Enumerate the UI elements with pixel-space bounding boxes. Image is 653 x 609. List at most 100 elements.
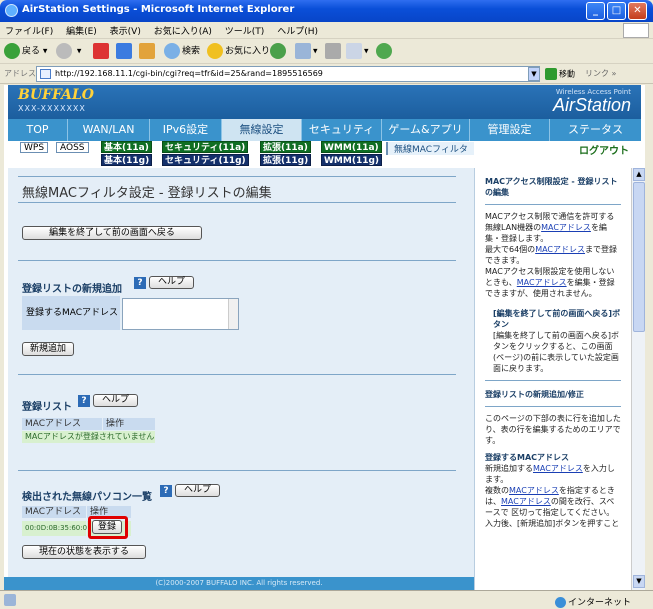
page-icon (40, 69, 51, 79)
divider (18, 260, 456, 261)
help-icon: ? (160, 484, 172, 497)
scroll-thumb[interactable] (633, 182, 645, 332)
mac-address-link[interactable]: MACアドレス (501, 497, 551, 506)
home-button[interactable] (139, 43, 157, 60)
links-button[interactable]: リンク » (585, 68, 616, 79)
help-heading: [編集を終了して前の画面へ戻る]ボタン (493, 309, 621, 329)
menu-favorites[interactable]: お気に入り(A) (149, 22, 217, 39)
windows-logo-icon (623, 23, 649, 38)
forward-arrow-icon (56, 43, 72, 59)
help-panel: MACアクセス制限設定 - 登録リストの編集 MACアクセス制限で通信を許可する… (474, 168, 631, 590)
header-banner: BUFFALO XXX-XXXXXXX Wireless Access Poin… (8, 85, 641, 119)
status-bar: インターネット (0, 590, 653, 609)
menu-help[interactable]: ヘルプ(H) (272, 22, 323, 39)
scroll-down-arrow-icon[interactable]: ▼ (633, 575, 645, 588)
menu-tools[interactable]: ツール(T) (220, 22, 270, 39)
buffalo-logo: BUFFALO (18, 87, 95, 103)
list-help-button[interactable]: ? ヘルプ (78, 394, 139, 408)
mac-address-link[interactable]: MACアドレス (535, 245, 585, 254)
mac-address-link[interactable]: MACアドレス (509, 486, 559, 495)
sub-navigation: WPS AOSS 基本(11a) 基本(11g) セキュリティ(11a) セキュ… (8, 141, 641, 168)
forward-button[interactable]: ▾ (56, 43, 81, 60)
url-input[interactable]: http://192.168.11.1/cgi-bin/cgi?req=tfr&… (36, 66, 540, 82)
vertical-scrollbar[interactable]: ▲ ▼ (631, 168, 645, 590)
logout-link[interactable]: ログアウト (579, 142, 629, 157)
menu-edit[interactable]: 編集(E) (61, 22, 102, 39)
close-button[interactable]: ✕ (628, 2, 647, 20)
detected-col-mac: MACアドレス (22, 506, 86, 518)
tab-security[interactable]: セキュリティ (302, 119, 382, 141)
favorites-button[interactable]: お気に入り (207, 43, 270, 60)
tab-game-apps[interactable]: ゲーム&アプリ (382, 119, 470, 141)
search-icon (164, 43, 180, 59)
subnav-basic-11g[interactable]: 基本(11g) (101, 154, 153, 166)
page-content: BUFFALO XXX-XXXXXXX Wireless Access Poin… (4, 85, 645, 590)
back-to-previous-button[interactable]: 編集を終了して前の画面へ戻る (22, 226, 202, 240)
refresh-button[interactable] (116, 43, 134, 60)
toolbar: 戻る ▾ ▾ 検索 お気に入り ▾ ▾ (0, 39, 653, 64)
minimize-button[interactable]: _ (586, 2, 605, 20)
window-title-bar[interactable]: AirStation Settings - Microsoft Internet… (0, 0, 653, 22)
tab-ipv6[interactable]: IPv6設定 (150, 119, 222, 141)
divider (485, 406, 621, 407)
refresh-icon (116, 43, 132, 59)
subnav-ext-11a[interactable]: 拡張(11a) (260, 141, 311, 153)
tab-admin[interactable]: 管理設定 (470, 119, 550, 141)
subnav-basic-11a[interactable]: 基本(11a) (101, 141, 152, 153)
subnav-wmm-11g[interactable]: WMM(11g) (321, 154, 383, 166)
divider (18, 470, 456, 471)
menu-file[interactable]: ファイル(F) (0, 22, 58, 39)
globe-icon (555, 597, 566, 608)
subnav-security-11g[interactable]: セキュリティ(11g) (162, 154, 249, 166)
print-button[interactable] (325, 43, 343, 60)
help-text: 新規追加するMACアドレスを入力します。 (485, 464, 615, 484)
menu-view[interactable]: 表示(V) (105, 22, 146, 39)
mac-address-textarea[interactable] (122, 298, 239, 330)
scroll-up-arrow-icon[interactable]: ▲ (633, 168, 645, 181)
divider (18, 374, 456, 375)
add-help-button[interactable]: ? ヘルプ (134, 276, 195, 290)
detected-help-button[interactable]: ? ヘルプ (160, 484, 221, 498)
textarea-scrollbar[interactable] (228, 299, 238, 329)
page-status-icon (4, 594, 16, 606)
mac-address-link[interactable]: MACアドレス (517, 278, 567, 287)
edit-button[interactable]: ▾ (346, 43, 369, 60)
help-icon: ? (134, 276, 146, 289)
airstation-logo: AirStation (552, 95, 631, 115)
add-new-button[interactable]: 新規追加 (22, 342, 74, 356)
divider (18, 202, 456, 203)
help-icon: ? (78, 394, 90, 407)
tab-top[interactable]: TOP (8, 119, 68, 141)
show-current-status-button[interactable]: 現在の状態を表示する (22, 545, 146, 559)
subnav-wps[interactable]: WPS (20, 142, 49, 153)
tab-wan-lan[interactable]: WAN/LAN (68, 119, 150, 141)
messenger-button[interactable] (376, 43, 394, 60)
subnav-security-11a[interactable]: セキュリティ(11a) (162, 141, 249, 153)
url-dropdown-button[interactable]: ▼ (528, 67, 540, 81)
subnav-aoss[interactable]: AOSS (56, 142, 89, 153)
register-highlight (88, 516, 128, 539)
list-section-title: 登録リスト (22, 402, 72, 413)
search-button[interactable]: 検索 (164, 43, 200, 60)
list-empty-message: MACアドレスが登録されていません (22, 431, 155, 443)
maximize-button[interactable]: □ (607, 2, 626, 20)
tab-wireless[interactable]: 無線設定 (222, 119, 302, 141)
mac-address-link[interactable]: MACアドレス (533, 464, 583, 473)
mail-icon (295, 43, 311, 59)
list-col-op: 操作 (103, 418, 155, 430)
subnav-mac-filter[interactable]: 無線MACフィルタ (386, 142, 474, 155)
mac-address-label: 登録するMACアドレス (22, 296, 120, 330)
model-name: XXX-XXXXXXX (18, 104, 86, 113)
mail-button[interactable]: ▾ (295, 43, 318, 60)
mac-address-link[interactable]: MACアドレス (541, 223, 591, 232)
main-panel: 無線MACフィルタ設定 - 登録リストの編集 編集を終了して前の画面へ戻る 登録… (8, 168, 474, 590)
go-button[interactable]: 移動 (545, 68, 575, 80)
history-icon (270, 43, 286, 59)
stop-button[interactable] (93, 43, 111, 60)
history-button[interactable] (270, 43, 288, 60)
subnav-wmm-11a[interactable]: WMM(11a) (321, 141, 382, 153)
copyright: (C)2000-2007 BUFFALO INC. All rights res… (4, 577, 474, 590)
subnav-ext-11g[interactable]: 拡張(11g) (260, 154, 312, 166)
tab-status[interactable]: ステータス (550, 119, 641, 141)
back-button[interactable]: 戻る ▾ (4, 43, 47, 60)
